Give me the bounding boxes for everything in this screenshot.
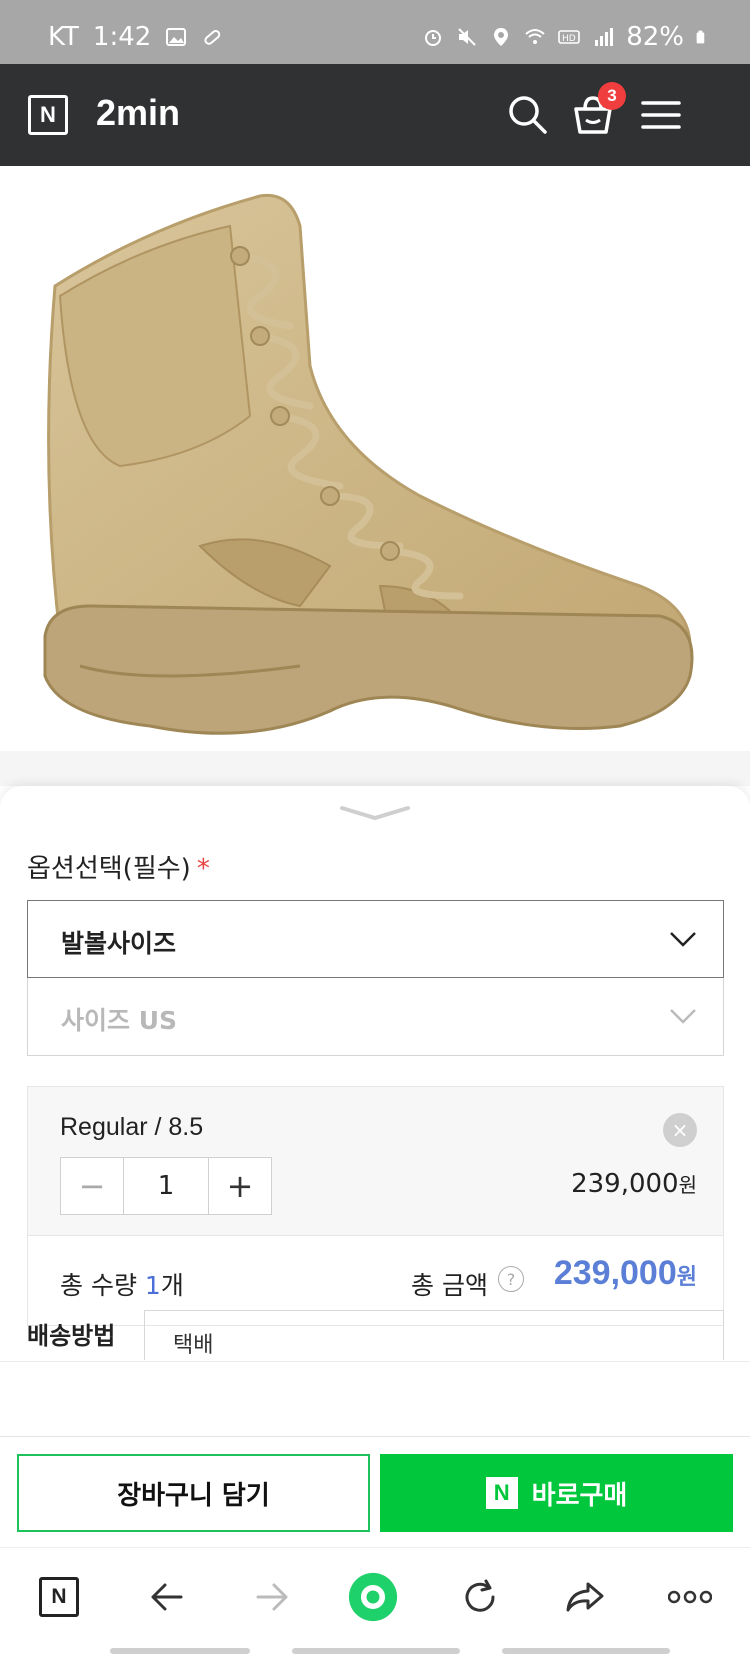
add-to-cart-button[interactable]: 장바구니 담기 <box>17 1454 370 1532</box>
shipping-method-value-box: 택배 <box>144 1310 724 1360</box>
width-size-select[interactable]: 발볼사이즈 <box>27 900 724 978</box>
hd-icon: HD <box>558 30 581 44</box>
naver-pay-icon: N <box>485 1477 518 1509</box>
gallery-icon <box>166 28 187 46</box>
total-amount-value: 239,000 <box>553 1254 677 1292</box>
chevron-down-icon <box>340 806 410 821</box>
option-price-unit: 원 <box>678 1173 697 1197</box>
store-name[interactable]: 2min <box>96 92 180 134</box>
shipping-method-value: 택배 <box>173 1333 214 1358</box>
clock: 1:42 <box>92 22 152 52</box>
total-amount: 239,000원 <box>554 1254 697 1293</box>
decrease-qty-button[interactable]: − <box>61 1158 123 1214</box>
divider <box>0 1361 750 1362</box>
location-icon <box>494 28 509 46</box>
app-header: N 2min 3 <box>0 64 750 166</box>
green-dot-button[interactable] <box>348 1572 398 1622</box>
more-button[interactable] <box>665 1572 715 1622</box>
arrow-left-icon <box>151 1583 183 1611</box>
search-button[interactable] <box>505 92 551 138</box>
chevron-down-icon <box>670 932 696 947</box>
system-gesture-bar <box>502 1648 670 1654</box>
sheet-collapse-handle[interactable] <box>338 804 412 822</box>
increase-qty-button[interactable]: + <box>209 1158 271 1214</box>
alarm-icon <box>425 30 442 46</box>
buy-now-label: 바로구매 <box>531 1480 628 1511</box>
browser-navigation-bar: N <box>0 1547 750 1645</box>
boot-illustration <box>0 193 750 786</box>
pill-icon <box>204 29 221 45</box>
battery-level: 82% <box>626 22 684 52</box>
selected-option-name: Regular / 8.5 <box>60 1113 204 1141</box>
quantity-stepper: − 1 + <box>60 1157 272 1215</box>
total-qty-label: 총 수량 <box>60 1271 137 1300</box>
hamburger-menu-icon <box>641 101 681 129</box>
system-gesture-bar <box>292 1648 460 1654</box>
option-price-value: 239,000 <box>571 1169 679 1199</box>
menu-button[interactable] <box>638 92 684 138</box>
naver-home-letter: N <box>51 1585 67 1608</box>
more-dots-icon <box>668 1590 712 1604</box>
us-size-select[interactable]: 사이즈 US <box>27 978 724 1056</box>
close-icon: × <box>671 1118 689 1142</box>
shipping-method-label: 배송방법 <box>27 1322 116 1350</box>
wifi-icon <box>525 29 545 44</box>
total-amount-unit: 원 <box>676 1264 697 1289</box>
refresh-button[interactable] <box>455 1572 505 1622</box>
cart-button[interactable]: 3 <box>570 82 626 138</box>
cart-count-badge: 3 <box>598 82 626 110</box>
signal-icon <box>595 28 614 46</box>
buy-now-button[interactable]: N 바로구매 <box>380 1454 733 1532</box>
required-mark: * <box>196 854 210 884</box>
us-size-select-placeholder: 사이즈 US <box>61 1006 178 1035</box>
total-qty-unit: 개 <box>160 1271 184 1300</box>
quantity-input[interactable]: 1 <box>123 1158 209 1214</box>
refresh-icon <box>465 1579 495 1612</box>
system-gesture-bar <box>110 1648 250 1654</box>
share-arrow-icon <box>566 1582 604 1612</box>
option-title: 옵션선택(필수) * <box>27 848 210 885</box>
forward-button[interactable] <box>247 1572 297 1622</box>
remove-option-button[interactable]: × <box>663 1113 697 1147</box>
option-title-text: 옵션선택(필수) <box>27 854 191 884</box>
total-quantity: 총 수량 1개 <box>60 1266 184 1302</box>
total-amount-label: 총 금액 <box>411 1271 488 1300</box>
share-button[interactable] <box>560 1572 610 1622</box>
search-icon <box>509 96 547 134</box>
option-sheet: 옵션선택(필수) * 발볼사이즈 사이즈 US Regular / 8.5 × −… <box>0 786 750 1436</box>
chevron-down-icon <box>670 1009 696 1024</box>
carrier: KT <box>48 22 79 52</box>
product-image[interactable] <box>0 166 750 786</box>
naver-home-button[interactable]: N <box>34 1572 84 1622</box>
option-price: 239,000원 <box>571 1169 697 1199</box>
battery-icon <box>696 30 705 44</box>
naver-logo[interactable]: N <box>28 95 68 135</box>
selected-option-card: Regular / 8.5 × − 1 + 239,000원 <box>27 1086 724 1236</box>
mute-icon <box>458 28 476 46</box>
back-button[interactable] <box>142 1572 192 1622</box>
arrow-right-icon <box>256 1583 288 1611</box>
width-size-select-value: 발볼사이즈 <box>61 929 177 958</box>
status-bar: KT 1:42 HD 82% <box>0 0 750 64</box>
naver-home-icon: N <box>39 1577 79 1617</box>
green-dot-icon <box>348 1572 398 1622</box>
purchase-action-bar: 장바구니 담기 N 바로구매 <box>0 1436 750 1547</box>
svg-text:HD: HD <box>562 34 576 44</box>
total-qty-value: 1 <box>144 1271 161 1300</box>
help-icon[interactable]: ? <box>498 1266 524 1292</box>
logo-letter: N <box>40 102 56 127</box>
